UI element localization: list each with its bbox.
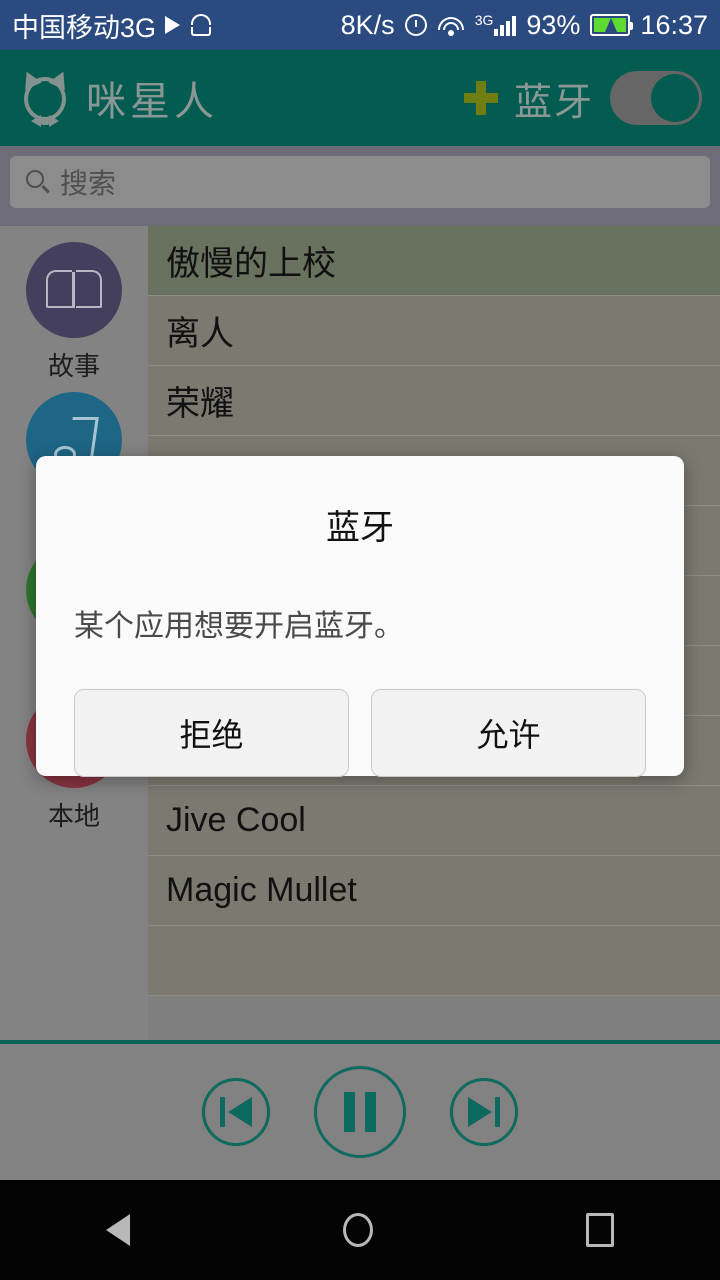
recents-square-icon[interactable] bbox=[585, 1213, 614, 1247]
allow-button[interactable]: 允许 bbox=[371, 689, 646, 777]
dialog-button-row: 拒绝 允许 bbox=[74, 645, 646, 777]
back-triangle-icon[interactable] bbox=[106, 1214, 131, 1246]
dialog-title: 蓝牙 bbox=[326, 509, 394, 547]
deny-button[interactable]: 拒绝 bbox=[74, 689, 349, 777]
dialog-message: 某个应用想要开启蓝牙。 bbox=[74, 610, 404, 643]
home-circle-icon[interactable] bbox=[342, 1213, 373, 1247]
bluetooth-permission-dialog: 蓝牙 某个应用想要开启蓝牙。 拒绝 允许 bbox=[36, 456, 684, 777]
phone-screen: 中国移动3G 8K/s 3G 93% 16:37 咪星人 蓝牙 搜索 故事 本地… bbox=[0, 0, 720, 1280]
android-nav-bar bbox=[0, 1180, 720, 1280]
